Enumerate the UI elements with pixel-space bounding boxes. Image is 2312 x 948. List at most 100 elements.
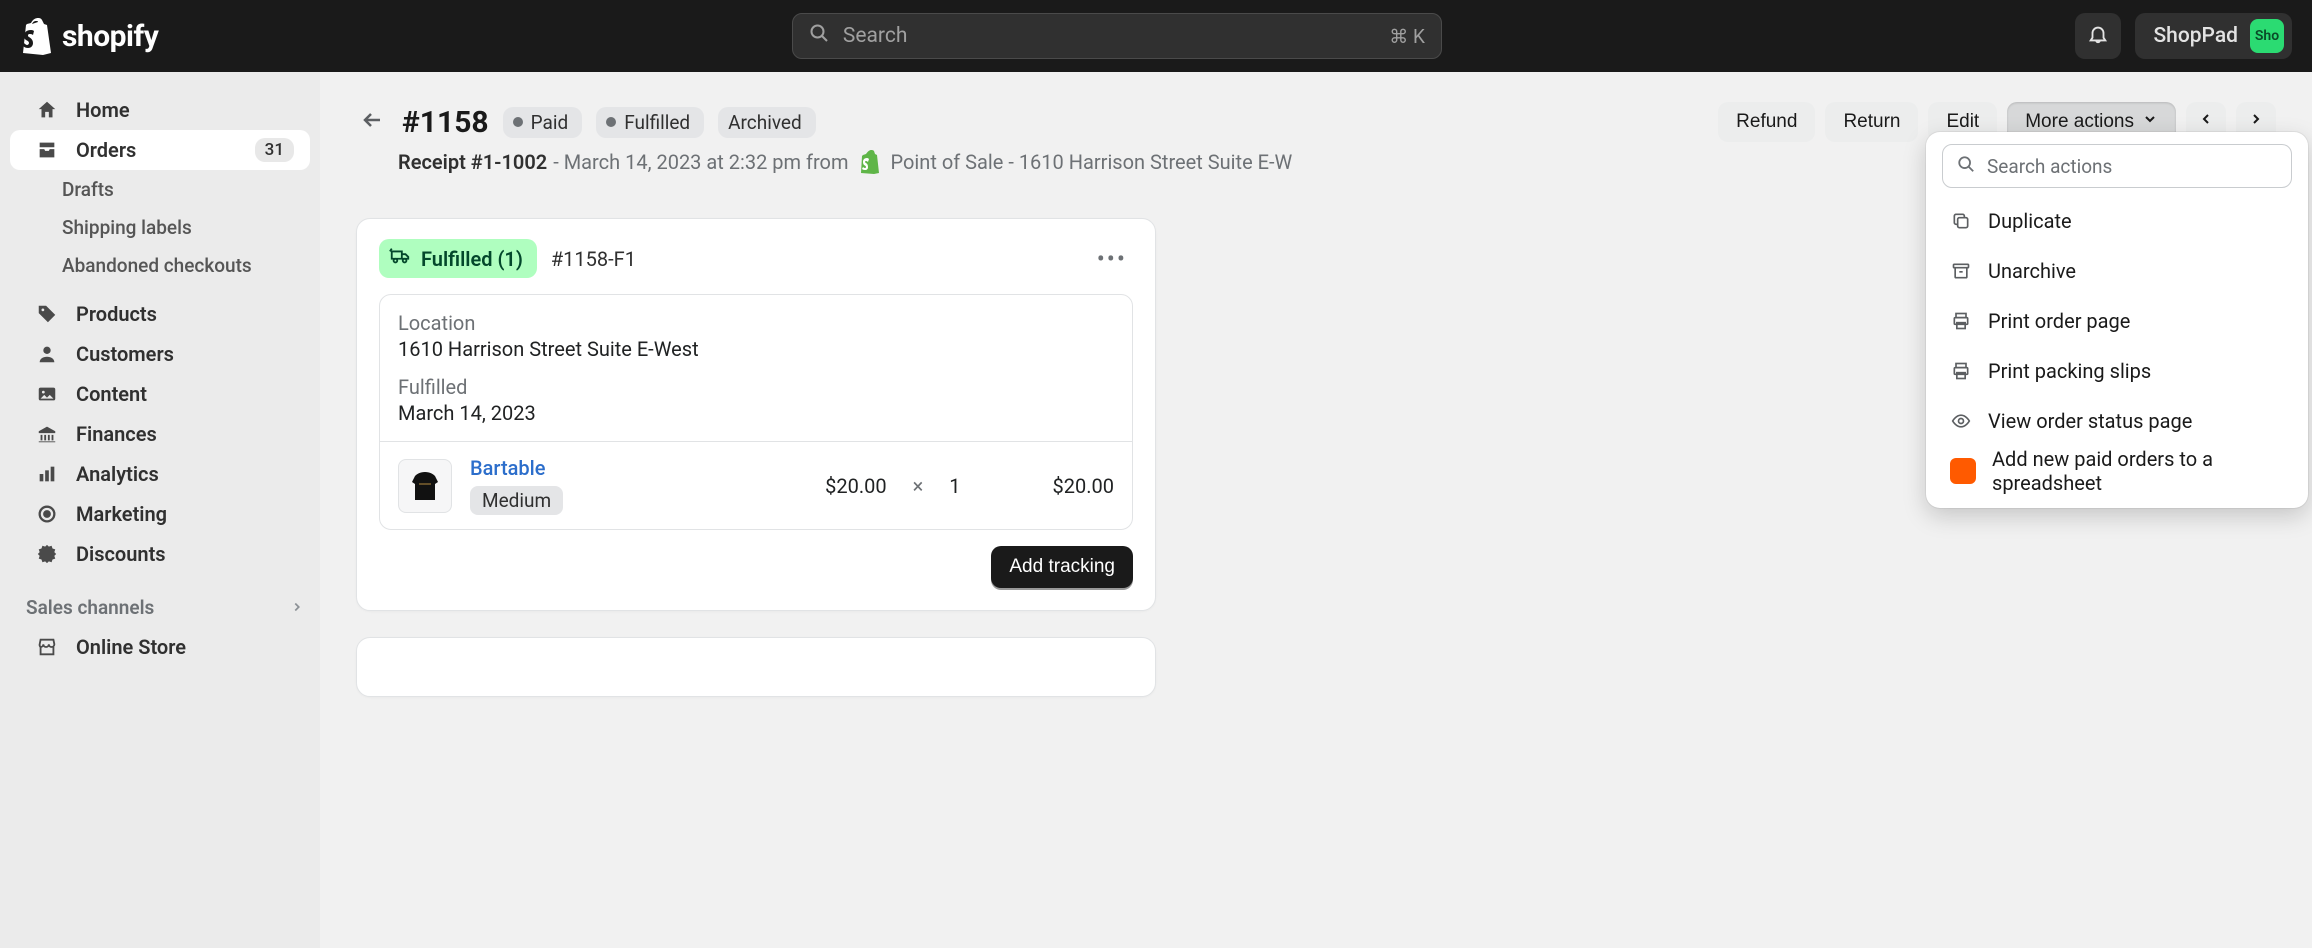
sidebar-item-customers[interactable]: Customers: [10, 334, 310, 374]
fulfilled-badge: Fulfilled (1): [379, 239, 537, 278]
more-actions-popover: Search actions Duplicate Unarchive Print…: [1926, 132, 2308, 508]
sidebar-item-analytics[interactable]: Analytics: [10, 454, 310, 494]
discount-icon: [36, 543, 58, 565]
sidebar-item-label: Marketing: [76, 502, 167, 526]
pos-source: Point of Sale - 1610 Harrison Street Sui…: [891, 150, 1293, 174]
popover-search-input[interactable]: Search actions: [1942, 144, 2292, 188]
refund-button[interactable]: Refund: [1718, 102, 1815, 142]
truck-icon: [389, 245, 411, 272]
sidebar-item-marketing[interactable]: Marketing: [10, 494, 310, 534]
dots-icon: •••: [1097, 245, 1127, 273]
card-menu-button[interactable]: •••: [1091, 245, 1133, 273]
chevron-left-icon: [2198, 111, 2214, 133]
status-archived: Archived: [718, 107, 816, 138]
product-thumbnail[interactable]: [398, 459, 452, 513]
sidebar-item-label: Products: [76, 302, 157, 326]
fulfilled-date: March 14, 2023: [398, 401, 1114, 425]
person-icon: [36, 343, 58, 365]
account-name: ShopPad: [2153, 24, 2238, 48]
account-menu[interactable]: ShopPad Sho: [2135, 13, 2292, 59]
location-label: Location: [398, 311, 1114, 335]
sidebar-item-content[interactable]: Content: [10, 374, 310, 414]
fulfillment-card: Fulfilled (1) #1158-F1 ••• Location 1610…: [356, 218, 1156, 611]
variant-chip: Medium: [470, 486, 563, 515]
popover-search-placeholder: Search actions: [1987, 155, 2112, 178]
tag-icon: [36, 303, 58, 325]
add-tracking-button[interactable]: Add tracking: [991, 546, 1133, 588]
main-content: #1158 Paid Fulfilled Archived Refund Ret…: [320, 72, 2312, 948]
return-button[interactable]: Return: [1825, 102, 1918, 142]
chevron-right-icon: [2248, 111, 2264, 133]
status-paid: Paid: [503, 107, 583, 138]
sidebar-item-discounts[interactable]: Discounts: [10, 534, 310, 574]
sidebar-item-online-store[interactable]: Online Store: [10, 627, 310, 667]
multiply-symbol: ×: [913, 474, 924, 498]
notifications-button[interactable]: [2075, 13, 2121, 59]
target-icon: [36, 503, 58, 525]
sidebar-item-label: Shipping labels: [62, 216, 192, 239]
sidebar: Home Orders 31 Drafts Shipping labels Ab…: [0, 72, 320, 948]
chevron-down-icon: [2142, 111, 2158, 133]
product-link[interactable]: Bartable: [470, 456, 545, 480]
inbox-icon: [36, 139, 58, 161]
fulfillment-id: #1158-F1: [551, 247, 636, 271]
status-fulfilled: Fulfilled: [596, 107, 704, 138]
sidebar-item-label: Finances: [76, 422, 157, 446]
unarchive-icon: [1950, 260, 1972, 282]
topbar-right: ShopPad Sho: [2075, 13, 2292, 59]
brand-text: shopify: [62, 19, 158, 54]
pos-icon: [859, 150, 881, 174]
eye-icon: [1950, 410, 1972, 432]
sidebar-item-label: Online Store: [76, 635, 186, 659]
search-wrap: Search ⌘ K: [178, 13, 2055, 59]
sidebar-item-abandoned[interactable]: Abandoned checkouts: [0, 246, 320, 284]
sidebar-item-finances[interactable]: Finances: [10, 414, 310, 454]
sidebar-item-label: Discounts: [76, 542, 166, 566]
search-icon: [1957, 155, 1975, 178]
sidebar-item-products[interactable]: Products: [10, 294, 310, 334]
image-icon: [36, 383, 58, 405]
barchart-icon: [36, 463, 58, 485]
search-placeholder: Search: [843, 24, 908, 48]
sidebar-item-label: Drafts: [62, 178, 114, 201]
sidebar-item-orders[interactable]: Orders 31: [10, 130, 310, 170]
sidebar-item-label: Content: [76, 382, 147, 406]
search-input[interactable]: Search ⌘ K: [792, 13, 1442, 59]
popover-item-duplicate[interactable]: Duplicate: [1936, 196, 2298, 246]
search-icon: [809, 23, 829, 49]
search-shortcut: ⌘ K: [1389, 25, 1425, 48]
bell-icon: [2087, 23, 2109, 50]
sidebar-item-shipping-labels[interactable]: Shipping labels: [0, 208, 320, 246]
fulfillment-details: Location 1610 Harrison Street Suite E-We…: [379, 294, 1133, 530]
store-icon: [36, 636, 58, 658]
topbar: shopify Search ⌘ K ShopPad Sho: [0, 0, 2312, 72]
receipt-number: Receipt #1-1002: [398, 150, 547, 174]
popover-item-view-status[interactable]: View order status page: [1936, 396, 2298, 446]
receipt-meta: - March 14, 2023 at 2:32 pm from: [553, 150, 848, 174]
popover-item-unarchive[interactable]: Unarchive: [1936, 246, 2298, 296]
sidebar-item-label: Orders: [76, 138, 136, 162]
quantity: 1: [949, 474, 960, 498]
chevron-right-icon: [290, 596, 304, 619]
section-label: Sales channels: [26, 596, 154, 619]
sidebar-section-sales-channels[interactable]: Sales channels: [0, 574, 320, 627]
card-header: Fulfilled (1) #1158-F1 •••: [379, 239, 1133, 278]
bank-icon: [36, 423, 58, 445]
sidebar-item-drafts[interactable]: Drafts: [0, 170, 320, 208]
page-title: #1158: [402, 105, 489, 140]
popover-item-print-order[interactable]: Print order page: [1936, 296, 2298, 346]
location-value: 1610 Harrison Street Suite E-West: [398, 337, 1114, 361]
duplicate-icon: [1950, 210, 1972, 232]
printer-icon: [1950, 310, 1972, 332]
sidebar-item-label: Analytics: [76, 462, 159, 486]
popover-item-print-packing[interactable]: Print packing slips: [1936, 346, 2298, 396]
printer-icon: [1950, 360, 1972, 382]
arrow-left-icon: [360, 108, 384, 137]
unit-price: $20.00: [825, 474, 886, 498]
orders-count-badge: 31: [255, 138, 294, 162]
sidebar-item-home[interactable]: Home: [10, 90, 310, 130]
shopify-logo[interactable]: shopify: [20, 17, 158, 55]
popover-item-add-spreadsheet[interactable]: Add new paid orders to a spreadsheet: [1936, 446, 2298, 496]
app-icon: [1950, 458, 1976, 484]
back-button[interactable]: [356, 106, 388, 138]
